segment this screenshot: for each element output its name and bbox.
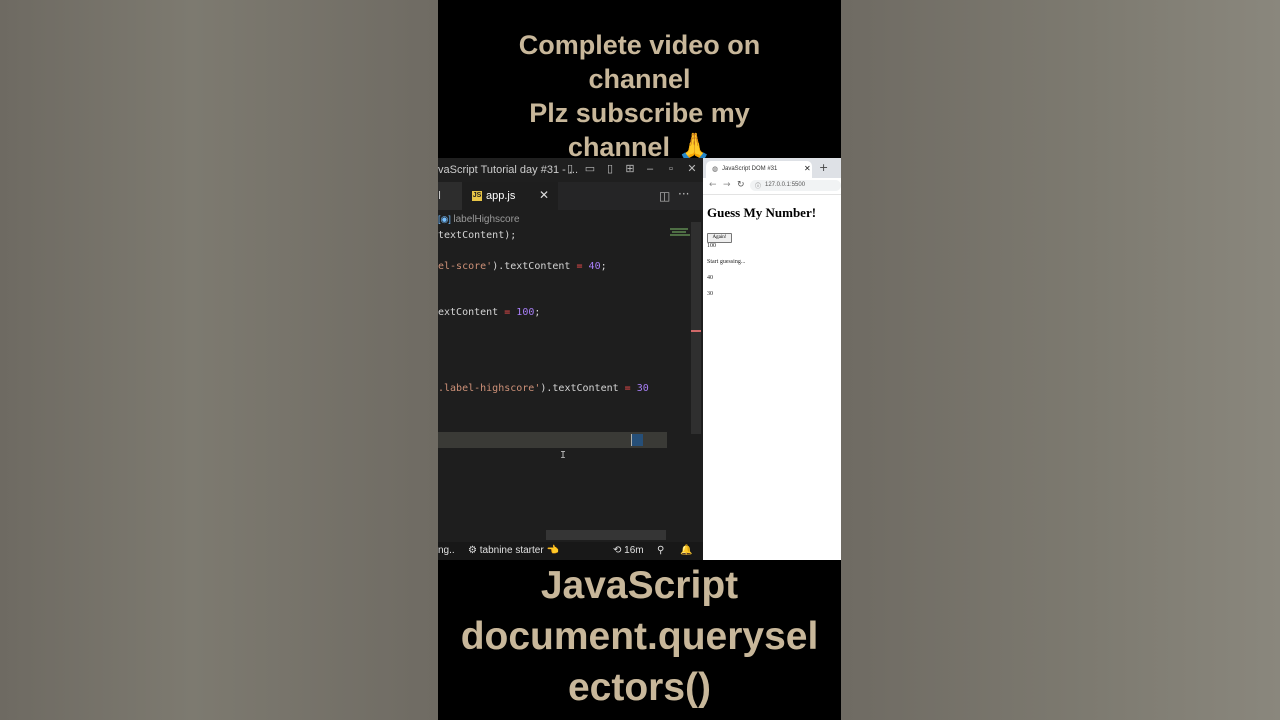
code-line-1: textContent); xyxy=(438,228,516,243)
address-bar[interactable]: ⓘ 127.0.0.1:5500 xyxy=(750,180,841,191)
tabnine-label: tabnine starter xyxy=(479,545,544,556)
tab-label: l xyxy=(438,189,442,202)
code-token: .label-highscore' xyxy=(438,383,541,394)
timer-status[interactable]: ⟲ 16m xyxy=(613,545,644,556)
text-cursor xyxy=(631,434,632,446)
forward-arrow-icon[interactable]: → xyxy=(723,180,731,190)
code-line-4: .label-highscore').textContent = 30 xyxy=(438,381,649,396)
page-heading: Guess My Number! xyxy=(707,205,817,220)
bottom-caption-line: JavaScript xyxy=(540,564,739,607)
tabnine-icon: ⚙ xyxy=(468,545,480,556)
window-title: vaScript Tutorial day #31 - ... xyxy=(438,164,579,176)
maximize-icon[interactable]: ▫ xyxy=(665,163,677,175)
code-token: ; xyxy=(600,261,607,272)
code-editor[interactable]: [◉] labelHighscore textContent); el-scor… xyxy=(438,210,703,542)
code-line-2: el-score').textContent = 40; xyxy=(438,259,607,274)
message-text: Start guessing... xyxy=(707,259,746,265)
top-caption-line: Complete video on xyxy=(518,30,761,60)
vertical-scrollbar[interactable] xyxy=(691,222,701,434)
vscode-window: vaScript Tutorial day #31 - ... ▯ ▭ ▯ ⊞ … xyxy=(438,158,703,560)
customize-layout-icon[interactable]: ⊞ xyxy=(624,163,636,175)
close-tab-icon[interactable]: ✕ xyxy=(539,188,549,202)
code-line-3: extContent = 100; xyxy=(438,305,540,320)
top-caption: Complete video on channel Plz subscribe … xyxy=(438,28,841,164)
minimap-line xyxy=(672,231,686,233)
status-item-left[interactable]: ng.. xyxy=(438,545,455,556)
video-frame: Complete video on channel Plz subscribe … xyxy=(438,0,841,720)
text-selection xyxy=(631,434,643,446)
close-tab-icon[interactable]: ✕ xyxy=(804,164,811,173)
code-token: ); xyxy=(504,230,517,241)
scrollbar-marker xyxy=(691,330,701,332)
code-token: 100 xyxy=(516,307,535,318)
symbol-icon: [◉] xyxy=(438,214,454,224)
highscore-value: 30 xyxy=(707,291,713,297)
code-token: ).textContent xyxy=(540,383,625,394)
hand-icon: 👈 xyxy=(543,545,559,556)
editor-tab-bar: l JS app.js ✕ ◫ ··· xyxy=(438,182,703,211)
layout-sidebar-icon[interactable]: ▯ xyxy=(564,163,576,175)
minimap-line xyxy=(670,234,690,236)
mouse-ibeam-icon: I xyxy=(560,450,567,461)
tabnine-status[interactable]: ⚙ tabnine starter 👈 xyxy=(468,545,559,556)
back-arrow-icon[interactable]: ← xyxy=(709,180,717,190)
code-token: el-score' xyxy=(438,261,493,272)
browser-toolbar: ← → ↻ ⓘ 127.0.0.1:5500 xyxy=(703,178,841,195)
bottom-caption-line: ectors() xyxy=(567,666,712,709)
hint-text: labelHighscore xyxy=(453,214,520,225)
more-actions-icon[interactable]: ··· xyxy=(678,187,689,201)
vscode-titlebar: vaScript Tutorial day #31 - ... ▯ ▭ ▯ ⊞ … xyxy=(438,158,703,182)
horizontal-scrollbar[interactable] xyxy=(546,530,666,540)
minimize-icon[interactable]: – xyxy=(644,163,656,175)
browser-tab-title: JavaScript DOM #31 xyxy=(722,166,778,172)
globe-icon: ◍ xyxy=(712,166,719,173)
score-text: 100 xyxy=(707,243,716,249)
layout-sidebar-right-icon[interactable]: ▯ xyxy=(604,163,616,175)
code-token: extContent xyxy=(438,307,505,318)
new-tab-icon[interactable]: + xyxy=(819,161,828,174)
code-token: textContent xyxy=(438,230,505,241)
minimap-line xyxy=(670,228,688,230)
status-bar: ng.. ⚙ tabnine starter 👈 ⟲ 16m ⚲ 🔔 xyxy=(438,542,703,560)
bottom-caption: JavaScript document.querysel ectors() xyxy=(438,560,841,713)
notifications-bell-icon[interactable]: 🔔 xyxy=(680,545,692,556)
minimap[interactable] xyxy=(670,228,692,238)
history-icon: ⟲ xyxy=(613,545,625,556)
top-caption-line: channel xyxy=(588,64,691,94)
layout-panel-icon[interactable]: ▭ xyxy=(584,163,596,175)
codelens-hint: [◉] labelHighscore xyxy=(438,212,520,227)
browser-tab-bar: ◍ JavaScript DOM #31 ✕ + xyxy=(703,158,841,178)
split-editor-icon[interactable]: ◫ xyxy=(659,189,670,203)
score-value: 40 xyxy=(707,275,713,281)
timer-label: 16m xyxy=(624,545,644,556)
page-content: Guess My Number! Again! 100 Start guessi… xyxy=(703,195,841,560)
browser-tab[interactable]: ◍ JavaScript DOM #31 ✕ xyxy=(706,161,812,178)
code-token: 40 xyxy=(588,261,601,272)
reload-icon[interactable]: ↻ xyxy=(737,180,745,190)
javascript-file-icon: JS xyxy=(472,191,482,201)
url-text: 127.0.0.1:5500 xyxy=(765,182,806,188)
code-token: ).textContent xyxy=(492,261,577,272)
close-icon[interactable]: ✕ xyxy=(686,163,698,175)
bottom-caption-line: document.querysel xyxy=(460,615,819,658)
site-info-icon: ⓘ xyxy=(755,184,762,190)
tab-app-js[interactable]: JS app.js ✕ xyxy=(462,182,558,211)
code-token: ; xyxy=(534,307,541,318)
top-caption-line: Plz subscribe my xyxy=(529,98,750,128)
code-token: 30 xyxy=(636,383,649,394)
browser-window: ◍ JavaScript DOM #31 ✕ + ← → ↻ ⓘ 127.0.0… xyxy=(703,158,841,560)
tab-label: app.js xyxy=(486,190,516,202)
accounts-icon[interactable]: ⚲ xyxy=(657,545,664,556)
again-button[interactable]: Again! xyxy=(707,233,732,243)
